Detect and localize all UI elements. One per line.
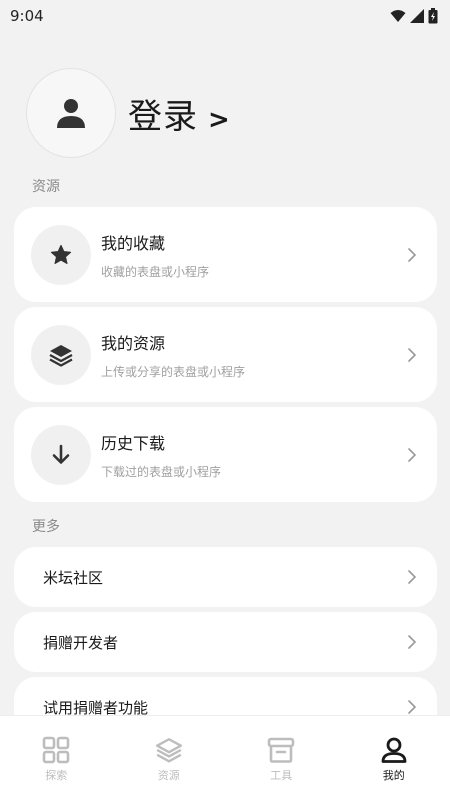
chevron-right-icon <box>407 347 417 363</box>
card-icon-wrap <box>31 324 91 385</box>
card-subtitle: 上传或分享的表盘或小程序 <box>101 364 246 379</box>
layers-icon <box>49 344 73 367</box>
star-icon <box>50 244 72 264</box>
card-subtitle: 收藏的表盘或小程序 <box>101 264 210 279</box>
grid-icon <box>42 736 70 764</box>
row-label: 米坛社区 <box>43 568 104 587</box>
row-label: 捐赠开发者 <box>43 633 119 652</box>
card-title: 历史下载 <box>101 433 166 453</box>
login-arrow: > <box>208 104 231 135</box>
archive-icon <box>267 737 295 763</box>
card-title: 我的资源 <box>101 333 166 353</box>
section-label-resources: 资源 <box>32 179 60 195</box>
card-icon-wrap <box>31 424 91 485</box>
signal-icon <box>410 9 424 23</box>
person-icon <box>57 99 85 128</box>
section-label-more: 更多 <box>32 519 60 535</box>
card-my-resources[interactable]: 我的资源 上传或分享的表盘或小程序 <box>14 307 437 402</box>
card-icon-wrap <box>31 224 91 285</box>
bottom-nav: 探索 资源 工具 我的 <box>0 715 450 800</box>
avatar[interactable] <box>26 68 116 158</box>
chevron-right-icon <box>407 247 417 263</box>
layers-icon <box>155 738 182 763</box>
chevron-right-icon <box>407 634 417 650</box>
nav-label: 我的 <box>382 769 405 782</box>
nav-label: 工具 <box>270 769 293 782</box>
chevron-right-icon <box>407 447 417 463</box>
login-label: 登录 <box>128 96 198 137</box>
status-bar: 9:04 <box>0 0 450 32</box>
chevron-right-icon <box>407 569 417 585</box>
nav-item-resources[interactable]: 资源 <box>119 716 219 800</box>
row-mitan-community[interactable]: 米坛社区 <box>14 547 437 607</box>
chevron-right-icon <box>407 699 417 715</box>
nav-item-mine[interactable]: 我的 <box>344 716 444 800</box>
card-download-history[interactable]: 历史下载 下载过的表盘或小程序 <box>14 407 437 502</box>
profile-header[interactable]: 登录 > <box>26 68 231 158</box>
person-icon <box>381 737 407 763</box>
card-title: 我的收藏 <box>101 233 166 253</box>
nav-label: 资源 <box>157 769 180 782</box>
card-subtitle: 下载过的表盘或小程序 <box>101 464 222 479</box>
login-link[interactable]: 登录 > <box>128 89 231 138</box>
status-icons <box>390 8 438 24</box>
card-favorites[interactable]: 我的收藏 收藏的表盘或小程序 <box>14 207 437 302</box>
nav-label: 探索 <box>45 769 68 782</box>
nav-item-tools[interactable]: 工具 <box>231 716 331 800</box>
nav-item-explore[interactable]: 探索 <box>6 716 106 800</box>
status-time: 9:04 <box>10 7 44 25</box>
wifi-icon <box>390 10 406 22</box>
download-arrow-icon <box>52 444 70 464</box>
row-donate-developer[interactable]: 捐赠开发者 <box>14 612 437 672</box>
battery-icon <box>428 8 438 24</box>
